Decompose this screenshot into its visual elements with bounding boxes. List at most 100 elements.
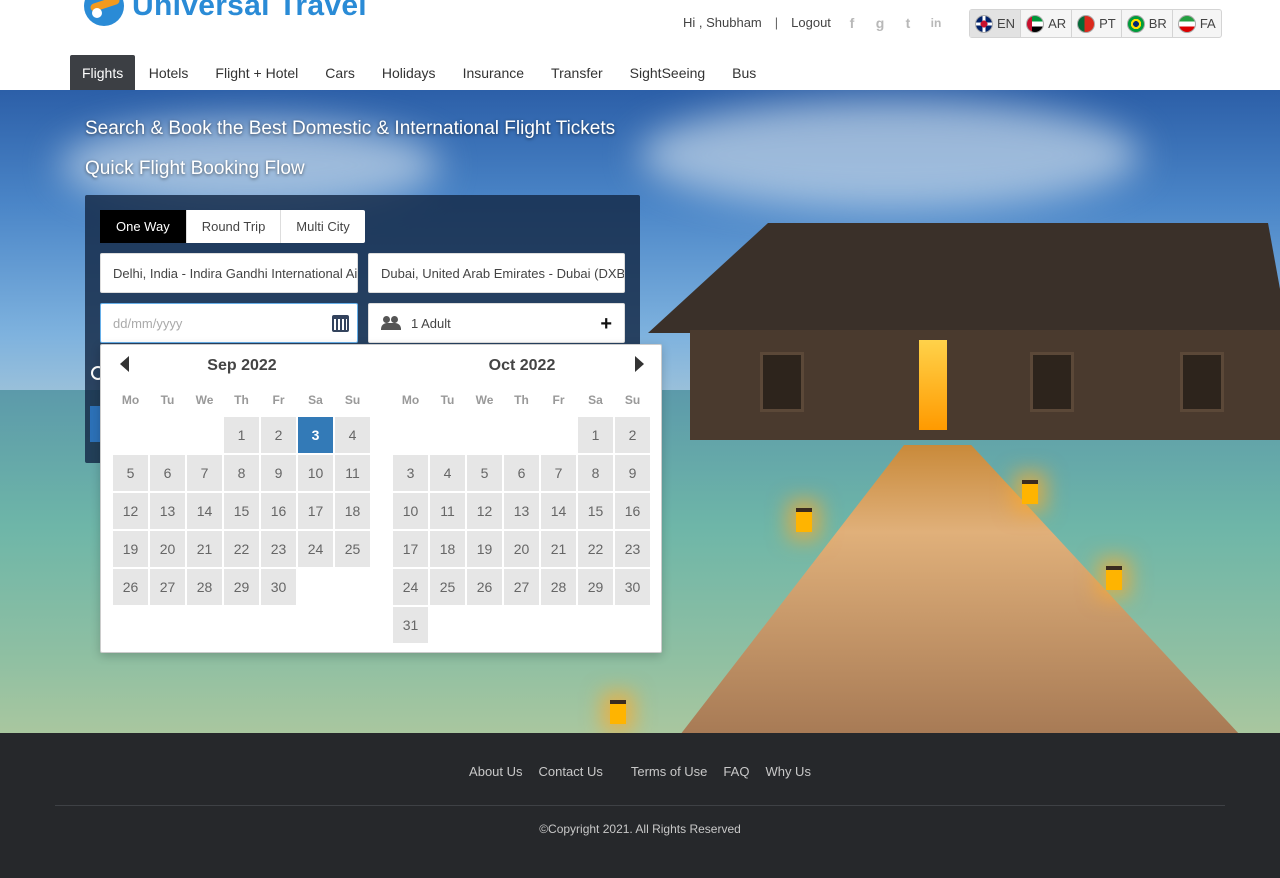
linkedin-icon[interactable]: in xyxy=(927,14,945,32)
calendar-day[interactable]: 4 xyxy=(430,455,465,491)
calendar-day[interactable]: 24 xyxy=(298,531,333,567)
calendar-day[interactable]: 27 xyxy=(504,569,539,605)
calendar-day[interactable]: 30 xyxy=(261,569,296,605)
calendar-day[interactable]: 6 xyxy=(504,455,539,491)
calendar-day[interactable]: 26 xyxy=(467,569,502,605)
footer-link-why-us[interactable]: Why Us xyxy=(765,764,811,779)
calendar-day[interactable]: 12 xyxy=(467,493,502,529)
weekday-label: We xyxy=(195,392,214,407)
calendar-day[interactable]: 25 xyxy=(430,569,465,605)
calendar-day[interactable]: 21 xyxy=(187,531,222,567)
passenger-selector[interactable]: 1 Adult + xyxy=(368,303,625,343)
calendar-day[interactable]: 16 xyxy=(261,493,296,529)
departure-date-input[interactable] xyxy=(113,315,313,331)
calendar-day[interactable]: 27 xyxy=(150,569,185,605)
calendar-day[interactable]: 13 xyxy=(504,493,539,529)
calendar-day[interactable]: 20 xyxy=(150,531,185,567)
nav-sightseeing[interactable]: SightSeeing xyxy=(616,55,719,90)
nav-holidays[interactable]: Holidays xyxy=(368,55,449,90)
next-month-arrow-icon[interactable] xyxy=(635,356,644,372)
calendar-day[interactable]: 5 xyxy=(113,455,148,491)
calendar-day[interactable]: 15 xyxy=(578,493,613,529)
footer-link-contact[interactable]: Contact Us xyxy=(539,764,603,779)
calendar-day[interactable]: 28 xyxy=(541,569,576,605)
calendar-day[interactable]: 20 xyxy=(504,531,539,567)
nav-hotels[interactable]: Hotels xyxy=(135,55,202,90)
language-br[interactable]: BR xyxy=(1122,10,1173,37)
calendar-day[interactable]: 14 xyxy=(541,493,576,529)
logo[interactable]: Universal Travel xyxy=(84,0,367,26)
calendar-day[interactable]: 12 xyxy=(113,493,148,529)
footer-link-about[interactable]: About Us xyxy=(469,764,522,779)
calendar-day[interactable]: 31 xyxy=(393,607,428,643)
calendar-day[interactable]: 26 xyxy=(113,569,148,605)
nav-transfer[interactable]: Transfer xyxy=(538,55,617,90)
tab-multi-city[interactable]: Multi City xyxy=(281,210,364,243)
calendar-day[interactable]: 15 xyxy=(224,493,259,529)
calendar-day[interactable]: 22 xyxy=(224,531,259,567)
nav-flight-hotel[interactable]: Flight + Hotel xyxy=(202,55,312,90)
calendar-day[interactable]: 18 xyxy=(430,531,465,567)
language-fa[interactable]: FA xyxy=(1173,10,1221,37)
calendar-day[interactable]: 25 xyxy=(335,531,370,567)
calendar-day[interactable]: 16 xyxy=(615,493,650,529)
calendar-day[interactable]: 2 xyxy=(615,417,650,453)
calendar-day[interactable]: 8 xyxy=(578,455,613,491)
calendar-day[interactable]: 1 xyxy=(224,417,259,453)
calendar-day[interactable]: 21 xyxy=(541,531,576,567)
footer-link-faq[interactable]: FAQ xyxy=(723,764,749,779)
logout-link[interactable]: Logout xyxy=(791,15,831,30)
departure-date-field[interactable] xyxy=(100,303,358,343)
calendar-day[interactable]: 11 xyxy=(430,493,465,529)
tab-round-trip[interactable]: Round Trip xyxy=(187,210,282,243)
calendar-day[interactable]: 28 xyxy=(187,569,222,605)
calendar-day[interactable]: 29 xyxy=(224,569,259,605)
calendar-day[interactable]: 17 xyxy=(393,531,428,567)
calendar-day[interactable]: 9 xyxy=(261,455,296,491)
nav-cars[interactable]: Cars xyxy=(312,55,369,90)
calendar-day[interactable]: 2 xyxy=(261,417,296,453)
calendar-day[interactable]: 7 xyxy=(541,455,576,491)
origin-field[interactable]: Delhi, India - Indira Gandhi Internation… xyxy=(100,253,358,293)
calendar-day[interactable]: 14 xyxy=(187,493,222,529)
calendar-day[interactable]: 17 xyxy=(298,493,333,529)
language-ar[interactable]: AR xyxy=(1021,10,1073,37)
calendar-day[interactable]: 5 xyxy=(467,455,502,491)
calendar-icon[interactable] xyxy=(332,315,349,332)
calendar-day[interactable]: 30 xyxy=(615,569,650,605)
nav-flights[interactable]: Flights xyxy=(70,55,136,90)
cloud-decoration xyxy=(640,100,1140,210)
calendar-day[interactable]: 6 xyxy=(150,455,185,491)
calendar-day[interactable]: 18 xyxy=(335,493,370,529)
google-icon[interactable]: g xyxy=(871,14,889,32)
prev-month-arrow-icon[interactable] xyxy=(120,356,129,372)
calendar-day[interactable]: 9 xyxy=(615,455,650,491)
language-pt[interactable]: PT xyxy=(1072,10,1122,37)
calendar-day[interactable]: 13 xyxy=(150,493,185,529)
calendar-day[interactable]: 22 xyxy=(578,531,613,567)
nav-bus[interactable]: Bus xyxy=(719,55,770,90)
nav-insurance[interactable]: Insurance xyxy=(449,55,537,90)
footer-link-terms[interactable]: Terms of Use xyxy=(631,764,708,779)
calendar-day[interactable]: 29 xyxy=(578,569,613,605)
calendar-day-selected[interactable]: 3 xyxy=(298,417,333,453)
calendar-day[interactable]: 8 xyxy=(224,455,259,491)
calendar-day[interactable]: 4 xyxy=(335,417,370,453)
calendar-day[interactable]: 1 xyxy=(578,417,613,453)
calendar-day[interactable]: 19 xyxy=(467,531,502,567)
facebook-icon[interactable]: f xyxy=(843,14,861,32)
calendar-day[interactable]: 23 xyxy=(261,531,296,567)
twitter-icon[interactable]: t xyxy=(899,14,917,32)
calendar-day[interactable]: 23 xyxy=(615,531,650,567)
calendar-day[interactable]: 3 xyxy=(393,455,428,491)
calendar-day[interactable]: 10 xyxy=(393,493,428,529)
tab-one-way[interactable]: One Way xyxy=(100,210,187,243)
calendar-day[interactable]: 11 xyxy=(335,455,370,491)
calendar-day[interactable]: 24 xyxy=(393,569,428,605)
calendar-day[interactable]: 19 xyxy=(113,531,148,567)
destination-field[interactable]: Dubai, United Arab Emirates - Dubai (DXB… xyxy=(368,253,625,293)
calendar-day[interactable]: 10 xyxy=(298,455,333,491)
calendar-day[interactable]: 7 xyxy=(187,455,222,491)
language-en[interactable]: EN xyxy=(970,10,1022,37)
add-passenger-button[interactable]: + xyxy=(600,313,612,336)
